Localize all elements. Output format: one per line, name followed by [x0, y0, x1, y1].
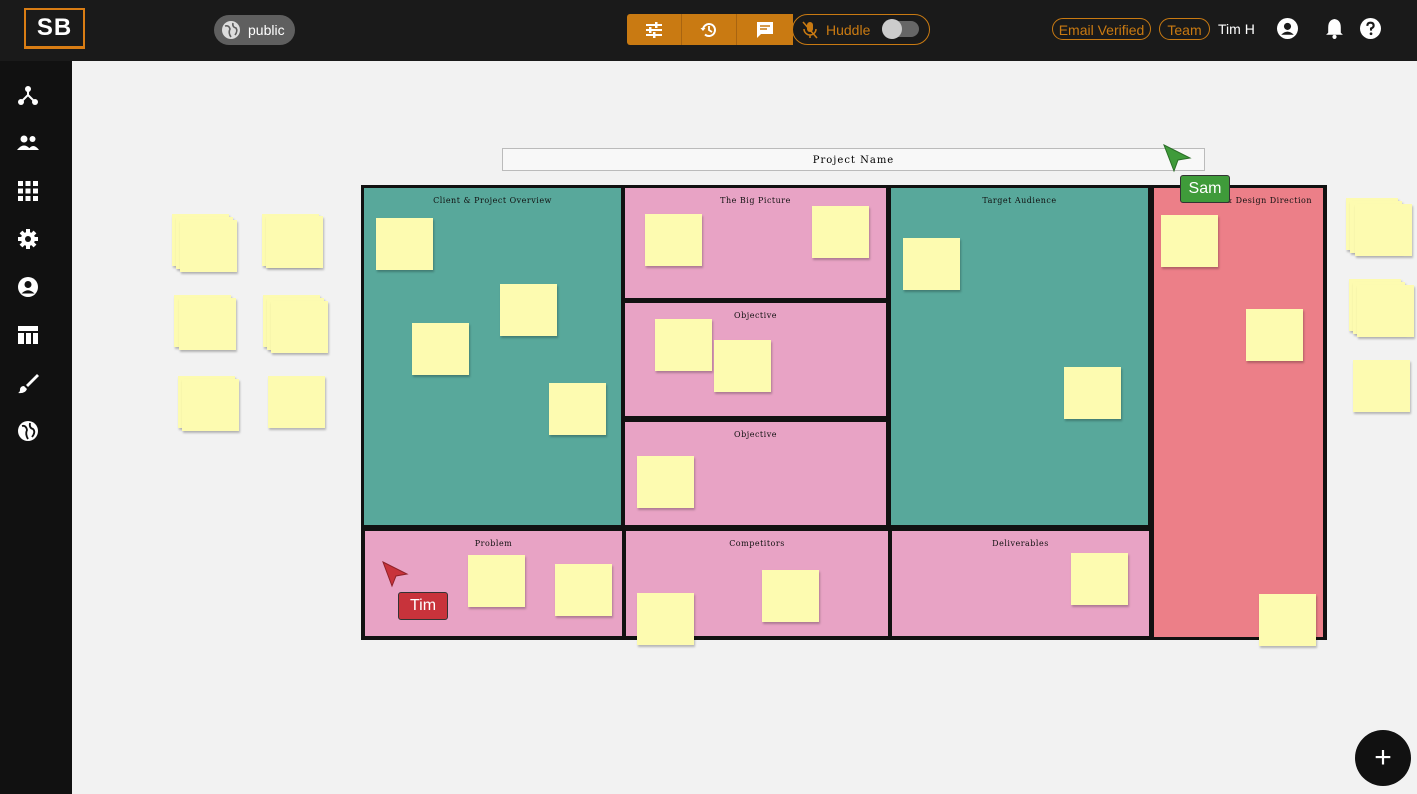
- grid-icon[interactable]: [17, 180, 39, 202]
- account-icon[interactable]: [1277, 18, 1298, 39]
- sticky-note[interactable]: [500, 284, 557, 336]
- help-icon[interactable]: [1360, 18, 1381, 39]
- sticky-note[interactable]: [412, 323, 469, 375]
- sticky-note-stack[interactable]: [1355, 204, 1412, 256]
- app-logo[interactable]: SB: [24, 8, 85, 49]
- cursor-arrow-icon: [382, 560, 409, 588]
- team-badge[interactable]: Team: [1159, 18, 1210, 40]
- sticky-note[interactable]: [1246, 309, 1303, 361]
- mic-off-icon: [802, 20, 818, 39]
- history-icon: [700, 22, 716, 37]
- sticky-note[interactable]: [645, 214, 702, 266]
- sticky-note[interactable]: [376, 218, 433, 270]
- people-icon[interactable]: [17, 132, 39, 154]
- chat-button[interactable]: [737, 14, 792, 45]
- globe-icon: [222, 21, 240, 39]
- bell-icon[interactable]: [1325, 18, 1344, 39]
- sticky-note[interactable]: [762, 570, 819, 622]
- sticky-note[interactable]: [555, 564, 612, 616]
- sticky-note[interactable]: [812, 206, 869, 258]
- sticky-note-stack[interactable]: [1357, 285, 1414, 337]
- sticky-note[interactable]: [903, 238, 960, 290]
- top-bar: SB public Huddle Email Verified Team Tim…: [0, 0, 1417, 61]
- settings-sliders-button[interactable]: [627, 14, 682, 45]
- sticky-note-stack[interactable]: [266, 216, 323, 268]
- huddle-toggle[interactable]: [882, 19, 919, 39]
- gear-icon[interactable]: [17, 228, 39, 250]
- history-button[interactable]: [682, 14, 737, 45]
- table-layout-icon[interactable]: [17, 324, 39, 346]
- sticky-note[interactable]: [637, 593, 694, 645]
- user-name: Tim H: [1218, 21, 1255, 37]
- huddle-label: Huddle: [826, 21, 871, 38]
- sticky-note-stack[interactable]: [271, 301, 328, 353]
- project-name-field[interactable]: Project Name: [502, 148, 1205, 171]
- collaborator-cursor-label: Tim: [398, 592, 448, 620]
- sticky-note[interactable]: [1071, 553, 1128, 605]
- visibility-label: public: [248, 22, 285, 38]
- sticky-note[interactable]: [637, 456, 694, 508]
- network-icon[interactable]: [17, 84, 39, 106]
- sticky-note[interactable]: [655, 319, 712, 371]
- sticky-note-stack[interactable]: [1353, 360, 1410, 412]
- sticky-note-stack[interactable]: [268, 376, 325, 428]
- sticky-note[interactable]: [1064, 367, 1121, 419]
- sticky-note-stack[interactable]: [182, 379, 239, 431]
- chat-icon: [756, 21, 773, 38]
- tool-group: [627, 14, 793, 45]
- sticky-note[interactable]: [1161, 215, 1218, 267]
- sidebar: [0, 61, 72, 794]
- sticky-note[interactable]: [549, 383, 606, 435]
- collaborator-cursor-label: Sam: [1180, 175, 1230, 203]
- sticky-note-stack[interactable]: [180, 220, 237, 272]
- sliders-icon: [646, 21, 662, 38]
- sticky-note[interactable]: [468, 555, 525, 607]
- sticky-note[interactable]: [1259, 594, 1316, 646]
- globe-icon[interactable]: [17, 420, 39, 442]
- add-button[interactable]: +: [1355, 730, 1411, 786]
- cursor-arrow-icon: [1163, 143, 1192, 173]
- sticky-note-stack[interactable]: [179, 298, 236, 350]
- user-circle-icon[interactable]: [17, 276, 39, 298]
- huddle-control: Huddle: [792, 14, 930, 45]
- sticky-note[interactable]: [714, 340, 771, 392]
- brush-icon[interactable]: [17, 372, 39, 394]
- email-verified-badge[interactable]: Email Verified: [1052, 18, 1151, 40]
- visibility-button[interactable]: public: [214, 15, 295, 45]
- toggle-knob: [882, 19, 902, 39]
